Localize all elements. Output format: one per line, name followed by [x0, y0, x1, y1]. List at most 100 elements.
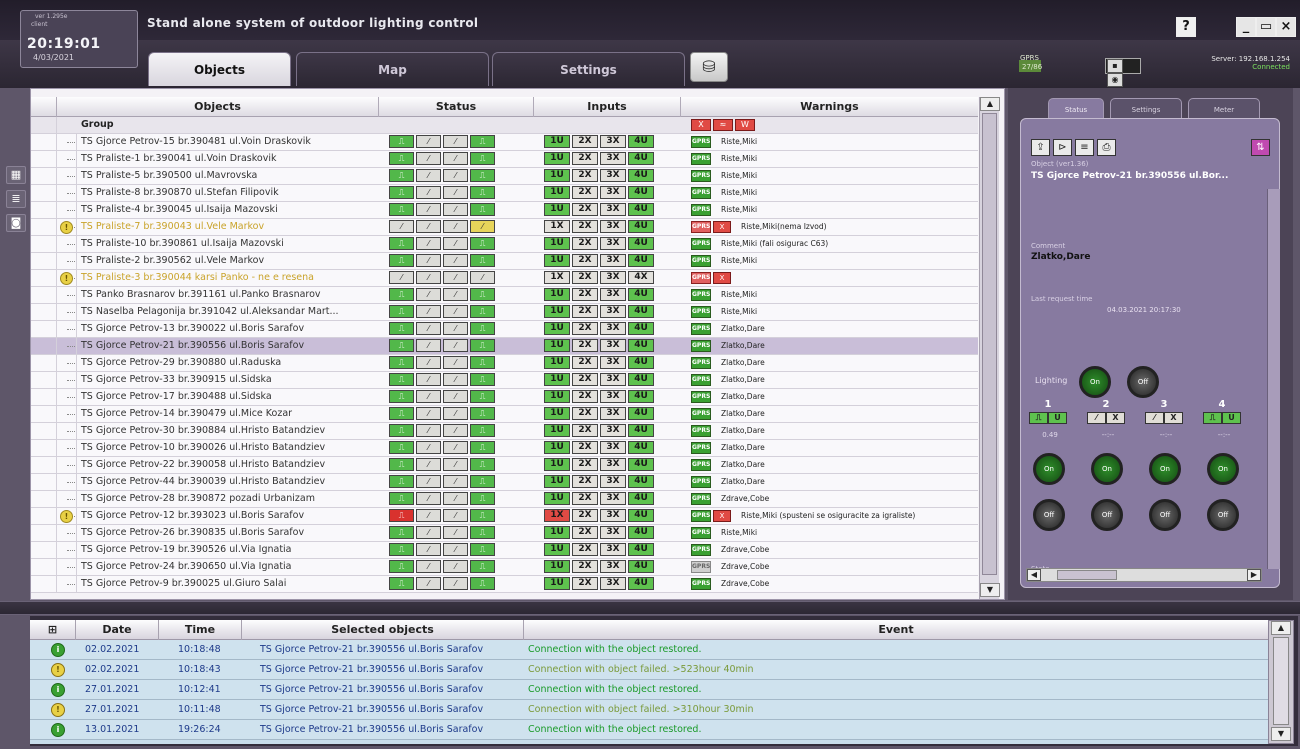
- schedule-icon[interactable]: ⊳: [1053, 139, 1072, 156]
- table-row[interactable]: ! TS Gjorce Petrov-12 br.393023 ul.Boris …: [31, 508, 978, 525]
- log-header-date[interactable]: Date: [76, 620, 159, 640]
- channel-3-on-button[interactable]: On: [1149, 453, 1181, 485]
- table-row[interactable]: TS Praliste-4 br.390045 ul.Isaija Mazovs…: [31, 202, 978, 219]
- table-row[interactable]: TS Gjorce Petrov-15 br.390481 ul.Voin Dr…: [31, 134, 978, 151]
- scroll-up-icon[interactable]: ▲: [980, 97, 1000, 111]
- table-row[interactable]: TS Gjorce Petrov-28 br.390872 pozadi Urb…: [31, 491, 978, 508]
- table-row[interactable]: TS Gjorce Petrov-9 br.390025 ul.Giuro Sa…: [31, 576, 978, 593]
- panel-hscrollbar[interactable]: ◀ ▶: [1026, 568, 1262, 582]
- log-header-event[interactable]: Event: [524, 620, 1268, 640]
- object-name: TS Gjorce Petrov-12 br.393023 ul.Boris S…: [81, 510, 305, 521]
- log-row[interactable]: i 02.02.2021 10:18:48 TS Gjorce Petrov-21 b…: [30, 640, 1268, 660]
- minimize-button[interactable]: _: [1236, 17, 1256, 37]
- table-row[interactable]: TS Gjorce Petrov-44 br.390039 ul.Hristo …: [31, 474, 978, 491]
- lighting-on-button[interactable]: On: [1079, 366, 1111, 398]
- log-export-icon[interactable]: ⊞: [30, 620, 76, 640]
- clock-panel: ver 1.295e client 20:19:01 4/03/2021: [20, 10, 138, 68]
- group-row[interactable]: Group X ≈ W: [31, 117, 978, 134]
- row-handle: [31, 457, 57, 474]
- table-row[interactable]: TS Gjorce Petrov-13 br.390022 ul.Boris S…: [31, 321, 978, 338]
- object-caption: Object (ver1.36): [1031, 160, 1089, 168]
- grid-scrollbar[interactable]: ▲ ▼: [979, 97, 1000, 599]
- log-row[interactable]: ! 27.01.2021 10:11:48 TS Gjorce Petrov-21 b…: [30, 700, 1268, 720]
- log-row[interactable]: i 13.01.2021 19:26:24 TS Gjorce Petrov-21 b…: [30, 720, 1268, 740]
- scroll-up-icon[interactable]: ▲: [1271, 621, 1291, 635]
- lighting-off-button[interactable]: Off: [1127, 366, 1159, 398]
- list-icon[interactable]: ≡: [1075, 139, 1094, 156]
- log-header-objects[interactable]: Selected objects: [242, 620, 524, 640]
- channel-2-on-button[interactable]: On: [1091, 453, 1123, 485]
- input-icon: 2X: [572, 237, 598, 250]
- table-row[interactable]: TS Panko Brasnarov br.391161 ul.Panko Br…: [31, 287, 978, 304]
- monitor-icon[interactable]: ▪: [1107, 59, 1123, 73]
- input-icon: 3X: [600, 492, 626, 505]
- scroll-down-icon[interactable]: ▼: [980, 583, 1000, 597]
- header-objects[interactable]: Objects: [57, 97, 379, 117]
- grid-view-icon[interactable]: ▦: [6, 166, 26, 184]
- upload-icon[interactable]: ⇪: [1031, 139, 1050, 156]
- table-row[interactable]: TS Gjorce Petrov-17 br.390488 ul.Sidska ⎍…: [31, 389, 978, 406]
- table-row[interactable]: TS Gjorce Petrov-22 br.390058 ul.Hristo …: [31, 457, 978, 474]
- table-row[interactable]: TS Gjorce Petrov-33 br.390915 ul.Sidska ⎍…: [31, 372, 978, 389]
- table-row[interactable]: TS Gjorce Petrov-19 br.390526 ul.Via Ign…: [31, 542, 978, 559]
- channel-1-on-button[interactable]: On: [1033, 453, 1065, 485]
- lamp-status-icon: ⁄: [416, 509, 441, 522]
- log-scrollbar[interactable]: ▲ ▼: [1268, 620, 1294, 744]
- table-row[interactable]: TS Gjorce Petrov-14 br.390479 ul.Mice Ko…: [31, 406, 978, 423]
- printer-icon[interactable]: ⎙: [1097, 139, 1116, 156]
- row-status: ⎍ ⁄ ⁄ ⎍: [389, 254, 501, 268]
- camera-tool-icon[interactable]: ◙: [6, 214, 26, 232]
- scroll-down-icon[interactable]: ▼: [1271, 727, 1291, 741]
- tab-settings[interactable]: Settings: [492, 52, 685, 86]
- tab-meter[interactable]: Meter: [1188, 98, 1260, 120]
- table-row[interactable]: ! TS Praliste-7 br.390043 ul.Vele Markov ⁄…: [31, 219, 978, 236]
- log-time: 10:11:48: [178, 704, 221, 715]
- database-icon[interactable]: ⛁: [690, 52, 728, 82]
- channel-1-off-button[interactable]: Off: [1033, 499, 1065, 531]
- log-row[interactable]: ! 02.02.2021 10:18:43 TS Gjorce Petrov-21 b…: [30, 660, 1268, 680]
- table-row[interactable]: TS Gjorce Petrov-24 br.390650 ul.Via Ign…: [31, 559, 978, 576]
- maximize-button[interactable]: ▭: [1256, 17, 1276, 37]
- scroll-right-icon[interactable]: ▶: [1247, 569, 1261, 581]
- table-row[interactable]: TS Praliste-2 br.390562 ul.Vele Markov ⎍ ⁄…: [31, 253, 978, 270]
- table-row[interactable]: TS Praliste-10 br.390861 ul.Isaija Mazov…: [31, 236, 978, 253]
- close-button[interactable]: ×: [1276, 17, 1296, 37]
- log-scroll-thumb[interactable]: [1273, 637, 1289, 725]
- tab-objects[interactable]: Objects: [148, 52, 291, 86]
- table-row[interactable]: TS Praliste-1 br.390041 ul.Voin Draskovi…: [31, 151, 978, 168]
- help-button[interactable]: ?: [1176, 17, 1196, 37]
- table-row[interactable]: TS Praliste-5 br.390500 ul.Mavrovska ⎍ ⁄ ⁄ ⎍…: [31, 168, 978, 185]
- server-icons[interactable]: ▪◉: [1105, 58, 1141, 87]
- table-row[interactable]: TS Gjorce Petrov-10 br.390026 ul.Hristo …: [31, 440, 978, 457]
- hscroll-thumb[interactable]: [1057, 570, 1117, 580]
- log-header-time[interactable]: Time: [159, 620, 242, 640]
- input-icon: 1U: [544, 577, 570, 590]
- table-row[interactable]: TS Praliste-8 br.390870 ul.Stefan Filipo…: [31, 185, 978, 202]
- table-row[interactable]: TS Gjorce Petrov-29 br.390880 ul.Raduska…: [31, 355, 978, 372]
- tab-map[interactable]: Map: [296, 52, 489, 86]
- header-status[interactable]: Status: [379, 97, 534, 117]
- tab-status[interactable]: Status: [1048, 98, 1104, 120]
- table-row[interactable]: TS Gjorce Petrov-26 br.390835 ul.Boris S…: [31, 525, 978, 542]
- panel-scrollbar[interactable]: [1267, 189, 1280, 569]
- channel-2-off-button[interactable]: Off: [1091, 499, 1123, 531]
- scroll-left-icon[interactable]: ◀: [1027, 569, 1041, 581]
- camera-icon[interactable]: ◉: [1107, 73, 1123, 87]
- table-row[interactable]: ! TS Praliste-3 br.390044 karsi Panko - n…: [31, 270, 978, 287]
- tab-panel-settings[interactable]: Settings: [1110, 98, 1182, 120]
- header-inputs[interactable]: Inputs: [534, 97, 681, 117]
- channel-2-value: --:--: [1101, 431, 1115, 439]
- table-row[interactable]: TS Gjorce Petrov-21 br.390556 ul.Boris S…: [31, 338, 978, 355]
- lamp-status-icon: ⁄: [443, 441, 468, 454]
- log-row[interactable]: i 27.01.2021 10:12:41 TS Gjorce Petrov-21 b…: [30, 680, 1268, 700]
- sort-icon[interactable]: ⇅: [1251, 139, 1270, 156]
- channel-4-off-button[interactable]: Off: [1207, 499, 1239, 531]
- channel-3-off-button[interactable]: Off: [1149, 499, 1181, 531]
- channel-4-on-button[interactable]: On: [1207, 453, 1239, 485]
- header-warnings[interactable]: Warnings: [681, 97, 978, 117]
- table-row[interactable]: TS Naselba Pelagonija br.391042 ul.Aleks…: [31, 304, 978, 321]
- panel-splitter[interactable]: [0, 601, 1300, 615]
- table-row[interactable]: TS Gjorce Petrov-30 br.390884 ul.Hristo …: [31, 423, 978, 440]
- list-view-icon[interactable]: ≣: [6, 190, 26, 208]
- scroll-thumb[interactable]: [982, 113, 997, 575]
